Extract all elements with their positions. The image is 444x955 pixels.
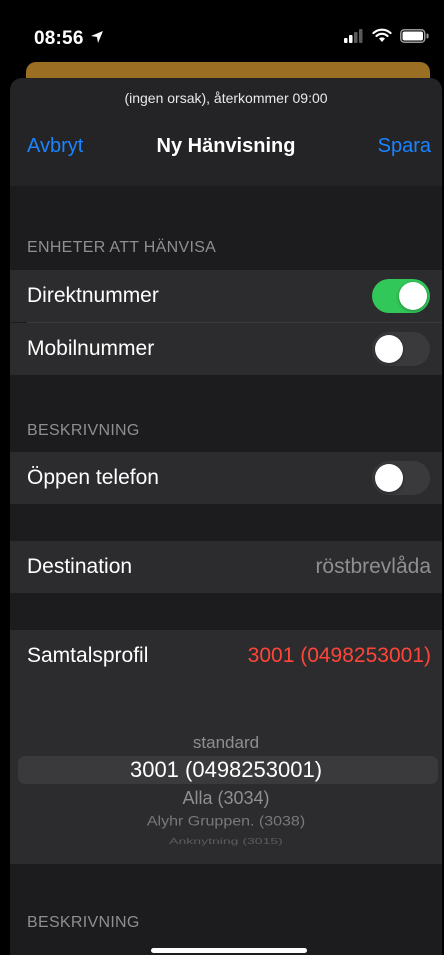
picker-option[interactable]: Alyhr Gruppen. (3038) <box>10 814 442 830</box>
mobile-number-toggle[interactable] <box>372 332 430 366</box>
section-header-units: ENHETER ATT HÄNVISA <box>27 239 217 256</box>
call-profile-value: 3001 (0498253001) <box>247 644 431 667</box>
wifi-icon <box>372 28 392 48</box>
status-time: 08:56 <box>34 28 84 49</box>
picker-option-selected[interactable]: 3001 (0498253001) <box>10 757 442 783</box>
row-direct-number: Direktnummer <box>10 270 442 322</box>
picker-option[interactable]: Alla (3034) <box>10 788 442 809</box>
header-subtitle: (ingen orsak), återkommer 09:00 <box>124 90 328 106</box>
direct-number-toggle[interactable] <box>372 279 430 313</box>
section-header-description: BESKRIVNING <box>27 422 140 439</box>
section-header-description-2: BESKRIVNING <box>27 914 140 931</box>
call-profile-picker[interactable]: standard 3001 (0498253001) Alla (3034) A… <box>10 676 442 864</box>
picker-option[interactable]: Anknytning (3015) <box>10 836 442 846</box>
open-phone-label: Öppen telefon <box>27 466 159 489</box>
toggle-knob <box>375 464 403 492</box>
row-open-phone: Öppen telefon <box>10 452 442 504</box>
open-phone-toggle[interactable] <box>372 461 430 495</box>
cellular-signal-icon <box>344 28 364 48</box>
mobile-number-label: Mobilnummer <box>27 337 155 360</box>
new-referral-sheet: (ingen orsak), återkommer 09:00 Ny Hänvi… <box>10 78 442 955</box>
status-bar: 08:56 <box>0 0 444 70</box>
row-call-profile[interactable]: Samtalsprofil 3001 (0498253001) <box>10 630 442 682</box>
row-mobile-number: Mobilnummer <box>10 323 442 375</box>
toggle-knob <box>375 335 403 363</box>
save-button[interactable]: Spara <box>378 135 431 158</box>
direct-number-label: Direktnummer <box>27 284 159 307</box>
call-profile-label: Samtalsprofil <box>27 644 149 667</box>
battery-icon <box>400 28 430 48</box>
destination-value: röstbrevlåda <box>315 555 431 578</box>
location-arrow-icon <box>90 30 104 49</box>
picker-option[interactable]: standard <box>10 733 442 753</box>
row-destination[interactable]: Destination röstbrevlåda <box>10 541 442 593</box>
sheet-header: (ingen orsak), återkommer 09:00 Ny Hänvi… <box>10 78 442 186</box>
cancel-button[interactable]: Avbryt <box>27 135 83 158</box>
toggle-knob <box>399 282 427 310</box>
destination-label: Destination <box>27 555 133 578</box>
home-indicator <box>151 948 307 953</box>
